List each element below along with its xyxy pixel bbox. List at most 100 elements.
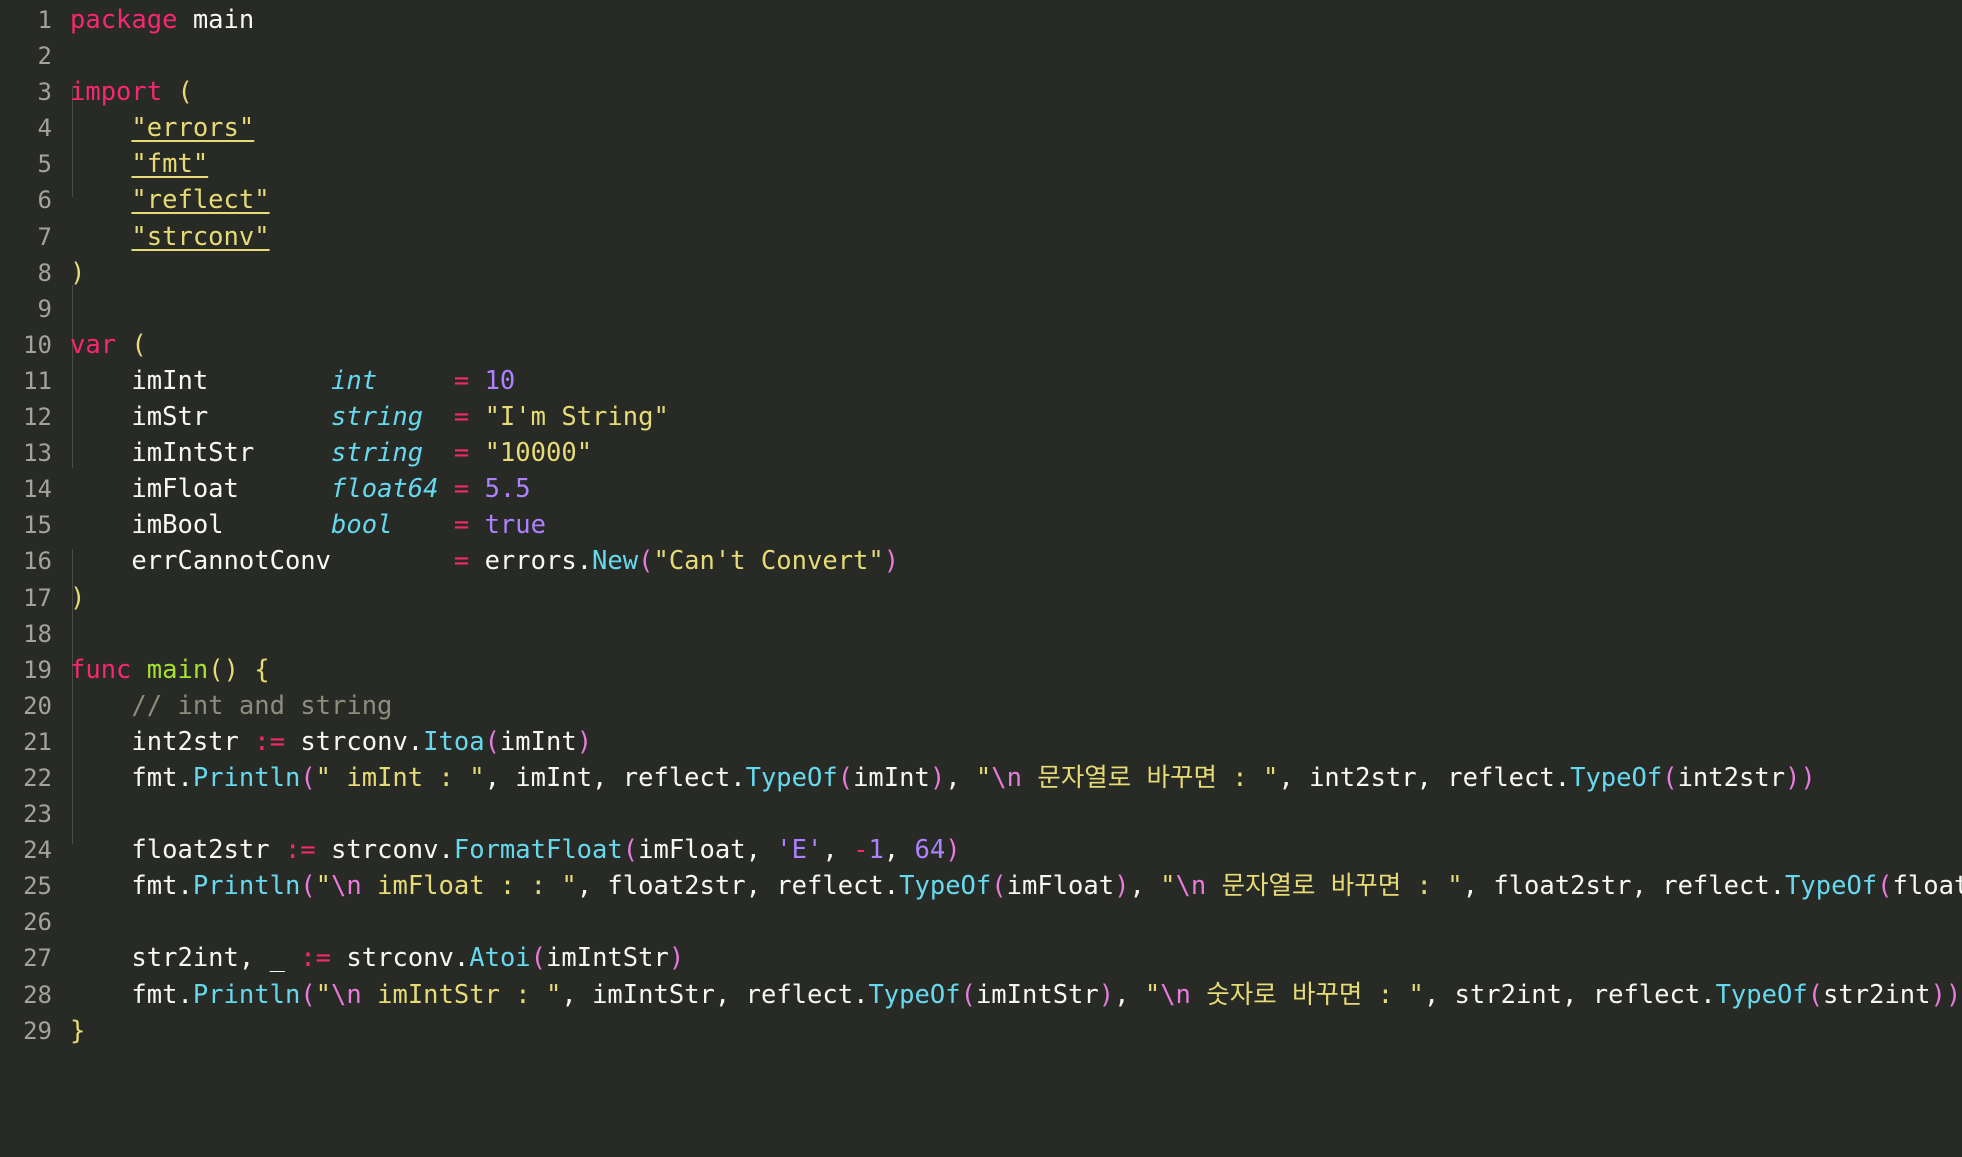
arg-str2int: str2int bbox=[1823, 979, 1931, 1010]
comma: , bbox=[745, 835, 777, 866]
escape-newline: \n bbox=[331, 871, 362, 902]
import-path-reflect[interactable]: "reflect" bbox=[131, 185, 269, 215]
package-ref-errors: errors bbox=[484, 546, 577, 577]
code-line[interactable]: 14 imFloat float64 = 5.5 bbox=[0, 471, 1962, 507]
code-line[interactable]: 18 bbox=[0, 616, 1962, 652]
comma: , bbox=[1423, 979, 1455, 1010]
code-line[interactable]: 13 imIntStr string = "10000" bbox=[0, 435, 1962, 471]
code-line[interactable]: 8 ) bbox=[0, 255, 1962, 291]
import-path-fmt[interactable]: "fmt" bbox=[131, 149, 208, 179]
package-ref-reflect: reflect bbox=[1447, 762, 1555, 793]
code-line[interactable]: 6 "reflect" bbox=[0, 182, 1962, 218]
code-line[interactable]: 4 "errors" bbox=[0, 110, 1962, 146]
quote: " bbox=[1263, 762, 1279, 793]
var-value-imStr: "I'm String" bbox=[484, 402, 669, 433]
string-korean-to-string: 문자열로 바꾸면 : bbox=[1206, 871, 1447, 901]
declare-operator: := bbox=[254, 726, 285, 757]
code-editor[interactable]: 1 package main 2 3 import ( 4 "errors" 5… bbox=[0, 0, 1962, 1046]
dot: . bbox=[883, 871, 900, 902]
quote: " bbox=[1447, 871, 1463, 902]
minus-sign: - bbox=[853, 835, 869, 866]
line-number: 10 bbox=[23, 330, 52, 359]
paren-open: ( bbox=[638, 546, 654, 577]
paren-open: ( bbox=[960, 979, 976, 1010]
comma: , bbox=[592, 762, 623, 793]
paren-open: ( bbox=[530, 943, 547, 974]
dot: . bbox=[1700, 979, 1716, 1010]
code-line[interactable]: 10 var ( bbox=[0, 327, 1962, 363]
code-line[interactable]: 28 fmt.Println("\n imIntStr : ", imIntSt… bbox=[0, 977, 1962, 1013]
code-line[interactable]: 1 package main bbox=[0, 2, 1962, 38]
code-line[interactable]: 17 ) bbox=[0, 580, 1962, 616]
char-literal-E: 'E' bbox=[776, 835, 823, 866]
line-number: 19 bbox=[23, 655, 52, 684]
arg-imIntStr: imIntStr bbox=[975, 979, 1099, 1010]
string-korean-to-number: 숫자로 바꾸면 : bbox=[1191, 980, 1409, 1010]
arg-imIntStr: imIntStr bbox=[546, 943, 669, 974]
code-line[interactable]: 5 "fmt" bbox=[0, 146, 1962, 182]
code-line[interactable]: 15 imBool bool = true bbox=[0, 507, 1962, 543]
line-content: fmt.Println("\n imIntStr : ", imIntStr, … bbox=[70, 977, 1961, 1013]
keyword-var: var bbox=[70, 329, 117, 360]
code-line[interactable]: 20 // int and string bbox=[0, 688, 1962, 724]
var-float2str: float2str bbox=[131, 835, 270, 866]
package-name: main bbox=[192, 5, 255, 35]
code-line[interactable]: 2 bbox=[0, 38, 1962, 74]
code-line[interactable]: 12 imStr string = "I'm String" bbox=[0, 399, 1962, 435]
var-name-imInt: imInt bbox=[131, 365, 209, 396]
code-line[interactable]: 9 bbox=[0, 291, 1962, 327]
comma: , bbox=[1278, 762, 1310, 793]
code-line[interactable]: 11 imInt int = 10 bbox=[0, 363, 1962, 399]
code-line[interactable]: 24 float2str := strconv.FormatFloat(imFl… bbox=[0, 832, 1962, 868]
code-line[interactable]: 29 } bbox=[0, 1013, 1962, 1049]
arg-imIntStr: imIntStr bbox=[592, 979, 715, 1010]
comma: , bbox=[883, 835, 915, 866]
code-line[interactable]: 16 errCannotConv = errors.New("Can't Con… bbox=[0, 543, 1962, 579]
quote: " bbox=[1144, 979, 1161, 1010]
code-line[interactable]: 19 func main() { bbox=[0, 652, 1962, 688]
function-name-main: main bbox=[146, 654, 209, 685]
arg-float2str: float2str bbox=[1493, 871, 1632, 902]
quote: " bbox=[315, 979, 332, 1010]
declare-operator: := bbox=[300, 943, 332, 974]
paren-close: ) bbox=[883, 546, 900, 577]
keyword-import: import bbox=[70, 77, 163, 108]
package-ref-reflect: reflect bbox=[622, 762, 731, 793]
line-number: 18 bbox=[23, 619, 52, 648]
blank-identifier: _ bbox=[269, 943, 285, 974]
dot: . bbox=[453, 943, 470, 974]
method-Println: Println bbox=[192, 979, 301, 1010]
import-path-strconv[interactable]: "strconv" bbox=[131, 222, 269, 252]
method-TypeOf: TypeOf bbox=[899, 871, 992, 902]
method-TypeOf: TypeOf bbox=[868, 979, 961, 1010]
colon: : bbox=[1401, 871, 1448, 902]
code-line[interactable]: 7 "strconv" bbox=[0, 219, 1962, 255]
line-content: imInt int = 10 bbox=[70, 363, 515, 399]
code-line[interactable]: 25 fmt.Println("\n imFloat : : ", float2… bbox=[0, 868, 1962, 904]
colon: : bbox=[1216, 762, 1263, 793]
var-name-errCannotConv: errCannotConv bbox=[131, 546, 332, 577]
line-number: 2 bbox=[37, 42, 52, 71]
line-content: errCannotConv = errors.New("Can't Conver… bbox=[70, 543, 899, 579]
code-line[interactable]: 3 import ( bbox=[0, 74, 1962, 110]
code-line[interactable]: 27 str2int, _ := strconv.Atoi(imIntStr) bbox=[0, 940, 1962, 976]
paren-open: ( bbox=[208, 654, 224, 685]
code-line[interactable]: 21 int2str := strconv.Itoa(imInt) bbox=[0, 724, 1962, 760]
line-number: 21 bbox=[23, 727, 52, 756]
comma: , bbox=[745, 871, 777, 902]
brace-close: } bbox=[70, 1015, 86, 1046]
arg-imInt: imInt bbox=[499, 726, 577, 757]
code-line[interactable]: 22 fmt.Println(" imInt : ", imInt, refle… bbox=[0, 760, 1962, 796]
import-path-errors[interactable]: "errors" bbox=[131, 113, 254, 143]
code-line[interactable]: 23 bbox=[0, 796, 1962, 832]
label-text: imFloat bbox=[377, 871, 485, 902]
code-line[interactable]: 26 bbox=[0, 904, 1962, 940]
method-Println: Println bbox=[192, 871, 301, 902]
number-64: 64 bbox=[914, 835, 946, 866]
korean-text: 문자열로 바꾸면 bbox=[1221, 871, 1402, 902]
